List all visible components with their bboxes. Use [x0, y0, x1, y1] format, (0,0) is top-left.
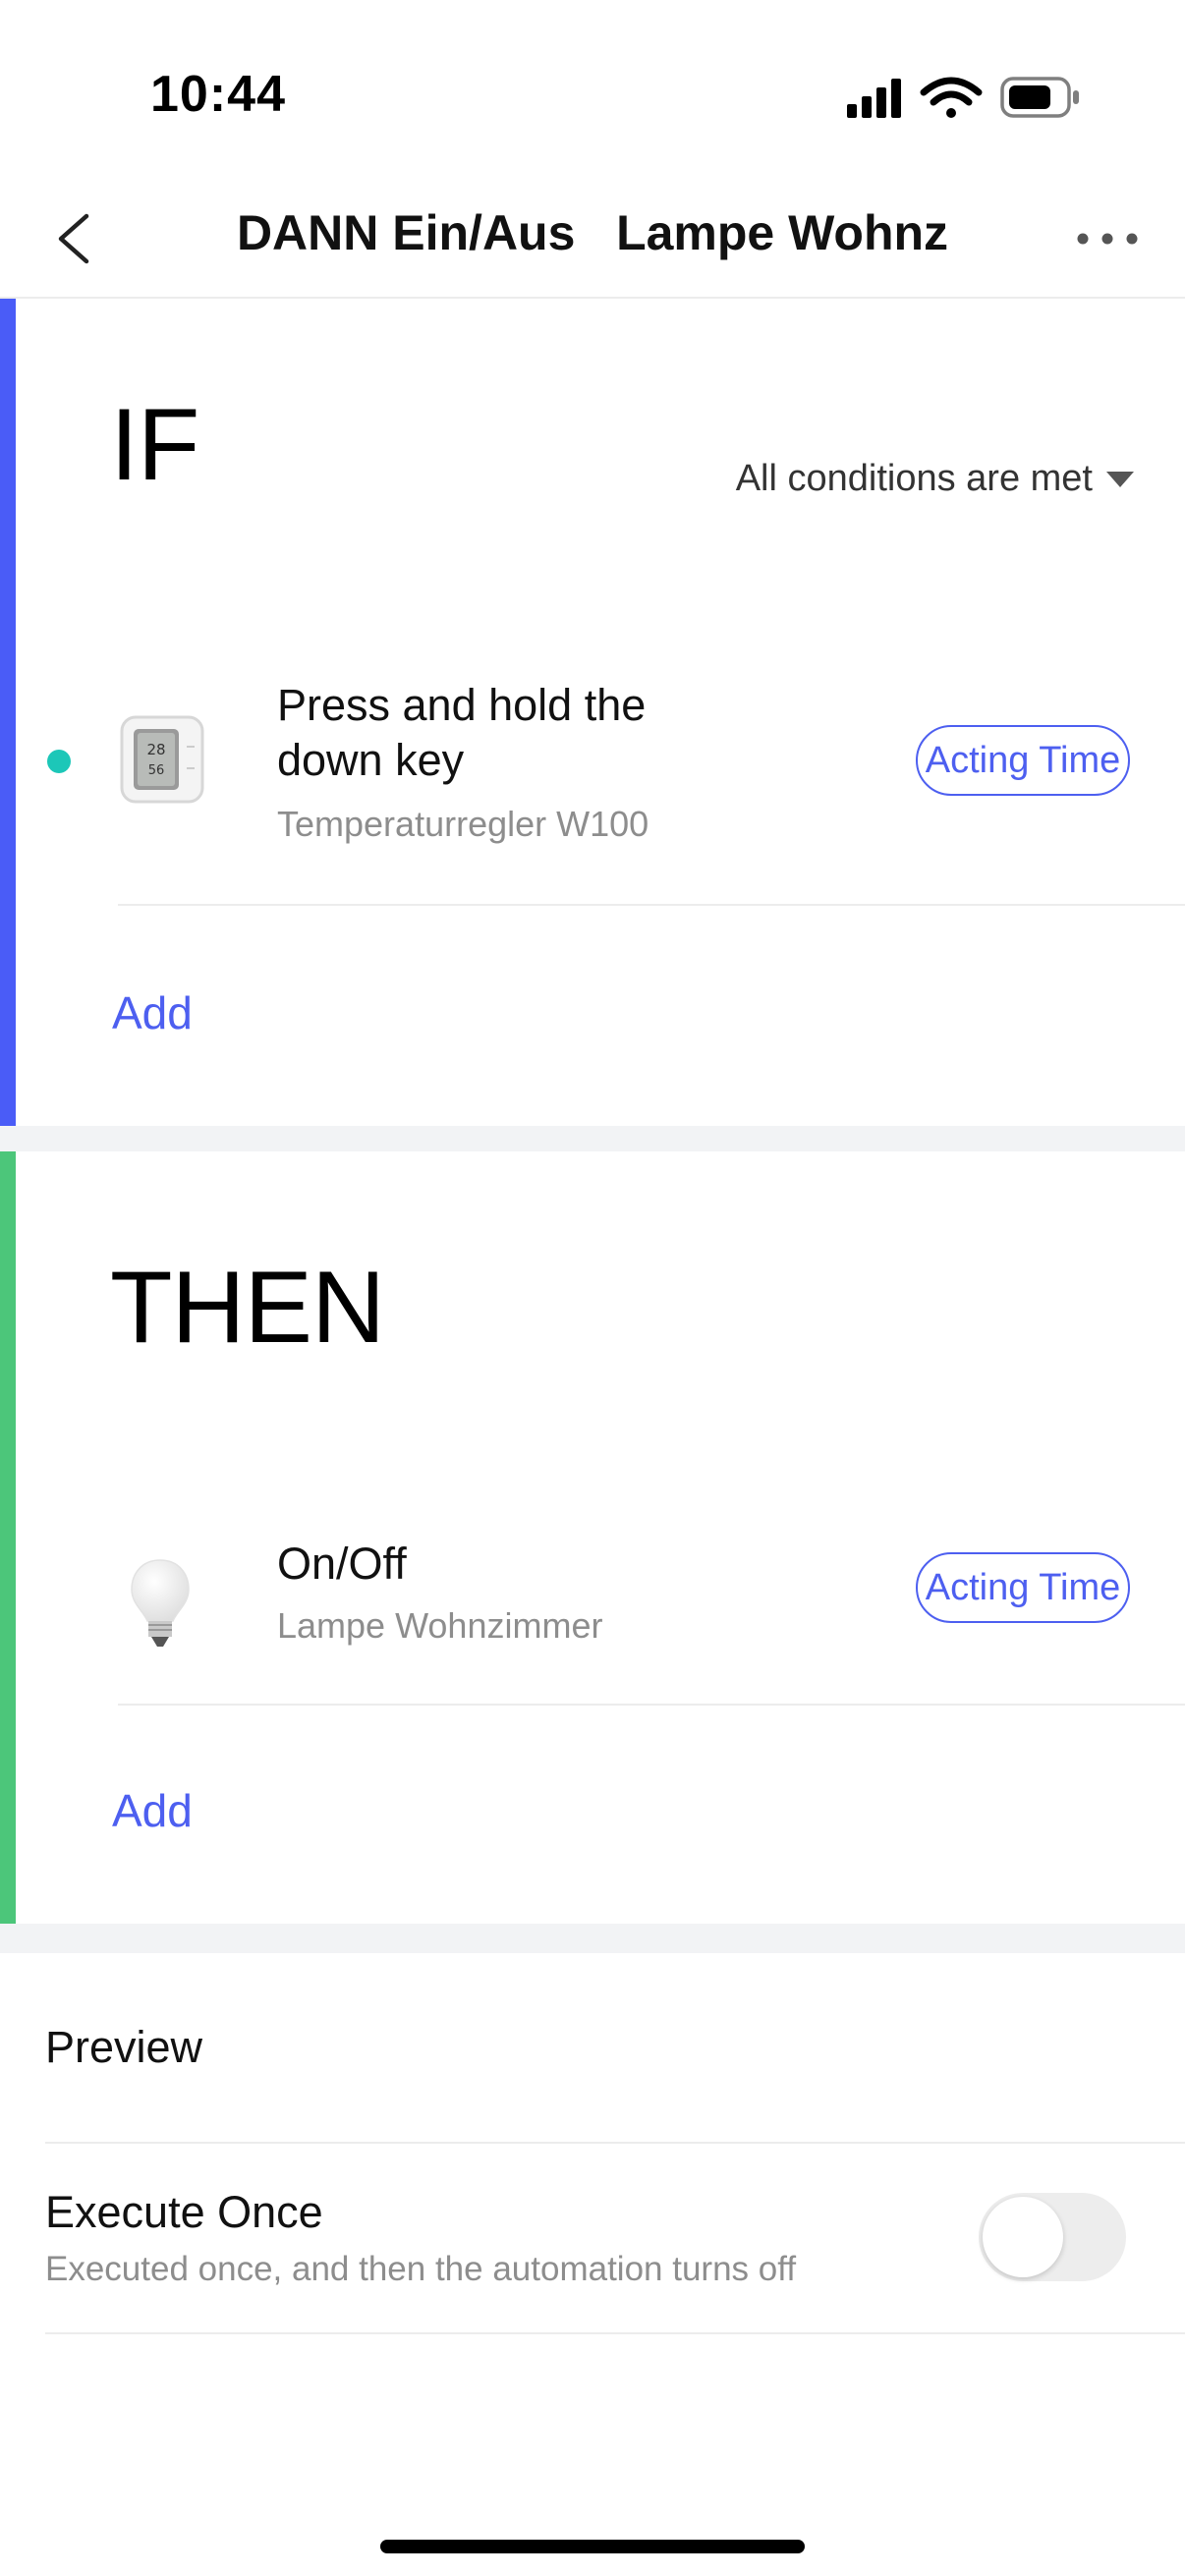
condition-title-line1: Press and hold the — [277, 680, 647, 730]
if-label: IF — [110, 388, 199, 502]
action-device-name: Lampe Wohnzimmer — [277, 1605, 603, 1646]
thermostat-icon: 28 56 — [118, 713, 206, 811]
dropdown-triangle-icon — [1106, 471, 1134, 487]
row-divider — [118, 904, 1185, 906]
if-section: IF All conditions are met 28 56 Press an… — [0, 299, 1185, 1126]
cellular-signal-icon — [847, 79, 901, 118]
execute-once-subtitle: Executed once, and then the automation t… — [45, 2250, 797, 2288]
options-section: Preview Execute Once Executed once, and … — [0, 1953, 1185, 2576]
status-time: 10:44 — [150, 66, 286, 123]
more-dots-icon — [1077, 233, 1138, 245]
row-divider — [118, 1704, 1185, 1706]
bulb-icon — [126, 1556, 195, 1659]
toggle-knob — [983, 2197, 1063, 2277]
section-gap — [0, 1924, 1185, 1953]
condition-title-line2: down key — [277, 735, 465, 785]
more-button[interactable] — [1073, 214, 1142, 263]
condition-device-name: Temperaturregler W100 — [277, 804, 649, 844]
options-divider — [45, 2142, 1185, 2144]
options-divider — [45, 2332, 1185, 2334]
battery-icon — [1000, 77, 1079, 118]
if-add-button[interactable]: Add — [112, 986, 193, 1039]
section-gap — [0, 1126, 1185, 1151]
execute-once-title: Execute Once — [45, 2187, 323, 2237]
svg-text:28: 28 — [146, 741, 165, 758]
then-add-button[interactable]: Add — [112, 1784, 193, 1837]
svg-text:56: 56 — [148, 763, 165, 778]
condition-mode-label: All conditions are met — [735, 458, 1093, 499]
then-section: THEN On/Off Lampe Wohnzimmer Acting Time… — [0, 1151, 1185, 1924]
condition-indicator-dot — [47, 750, 71, 773]
preview-row[interactable]: Preview — [45, 2022, 202, 2073]
then-label: THEN — [110, 1251, 385, 1365]
status-icons — [847, 71, 1083, 126]
wifi-icon — [920, 77, 983, 118]
home-indicator[interactable] — [380, 2540, 805, 2553]
nav-bar: DANN Ein/Aus Lampe Wohnz — [0, 177, 1185, 299]
execute-once-toggle[interactable] — [979, 2193, 1126, 2281]
if-acting-time-button[interactable]: Acting Time — [916, 725, 1130, 796]
action-title: On/Off — [277, 1539, 407, 1589]
condition-mode-dropdown[interactable]: All conditions are met — [736, 458, 1134, 500]
page-title: DANN Ein/Aus Lampe Wohnz — [236, 205, 949, 260]
then-acting-time-button[interactable]: Acting Time — [916, 1552, 1130, 1623]
